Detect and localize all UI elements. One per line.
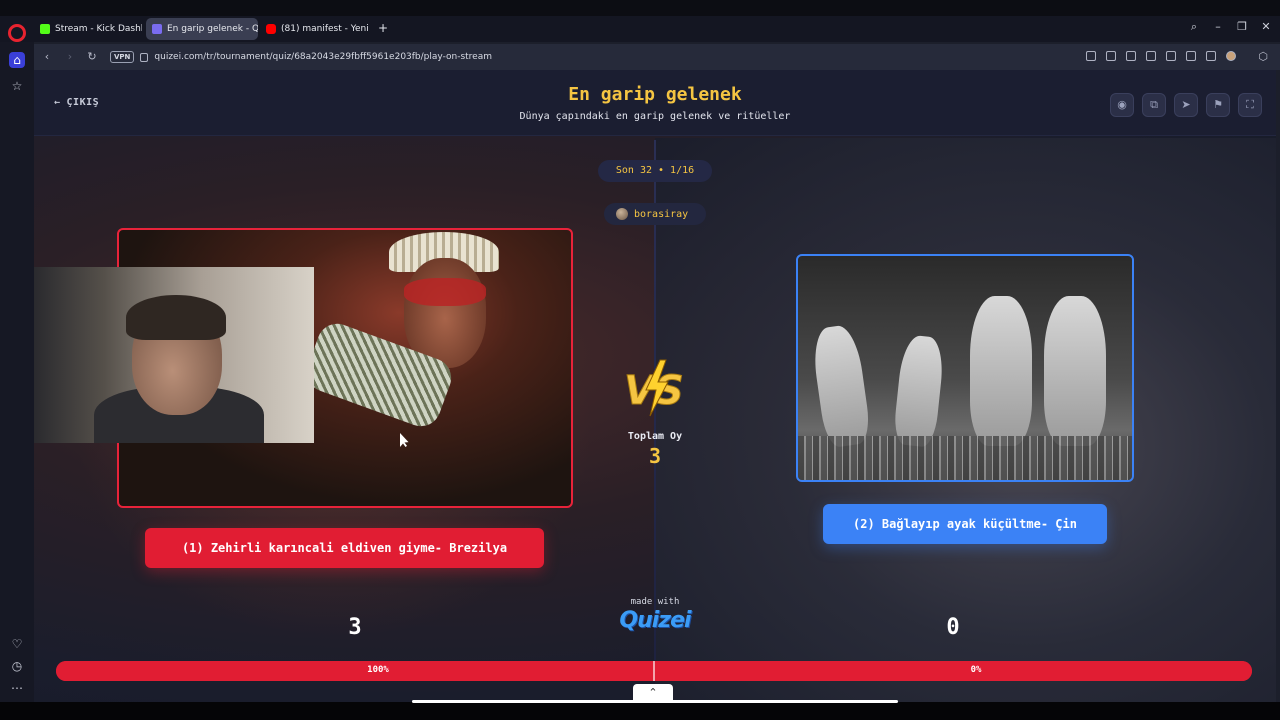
download-icon[interactable] <box>1186 51 1196 61</box>
fullscreen-icon[interactable]: ⛶ <box>1238 93 1262 117</box>
bottom-bar <box>0 702 1280 720</box>
fabric-shape <box>798 436 1132 480</box>
tab-label: (81) manifest - Yeni Ev Tu <box>281 24 372 34</box>
reload-button[interactable]: ↻ <box>85 50 99 63</box>
foot-shape <box>1044 296 1106 446</box>
tab-quizei[interactable]: En garip gelenek - Quizei <box>146 18 258 40</box>
left-vote-count: 3 <box>348 615 362 640</box>
total-votes-value: 3 <box>648 444 662 468</box>
webcam-hair <box>126 295 226 340</box>
vs-icon: VS <box>624 359 684 417</box>
username: borasiray <box>634 208 689 220</box>
round-badge: Son 32 • 1/16 <box>598 160 712 182</box>
send-icon[interactable]: ➤ <box>1174 93 1198 117</box>
quiz-page: ← ÇIKIŞ En garip gelenek Dünya çapındaki… <box>34 70 1276 702</box>
right-vote-count: 0 <box>946 615 960 640</box>
made-with-label: made with <box>630 597 680 607</box>
browser-window: Stream - Kick Dashboard En garip gelenek… <box>0 0 1280 720</box>
avatar <box>616 208 628 220</box>
tab-label: Stream - Kick Dashboard <box>55 24 142 34</box>
foot-shape <box>809 323 873 449</box>
option-left-button[interactable]: (1) Zehirli karıncali eldiven giyme- Bre… <box>145 528 544 568</box>
flag-icon[interactable]: ⚑ <box>1206 93 1230 117</box>
eye-icon[interactable]: ◉ <box>1110 93 1134 117</box>
webcam-overlay <box>34 267 314 443</box>
play-icon[interactable] <box>1146 51 1156 61</box>
tab-kick-dashboard[interactable]: Stream - Kick Dashboard <box>34 18 142 40</box>
title-bar <box>0 0 1280 16</box>
more-icon[interactable]: ⋯ <box>9 680 25 696</box>
menu-icon[interactable] <box>1206 51 1216 61</box>
foot-shape <box>970 296 1032 446</box>
user-badge: borasiray <box>604 203 706 225</box>
back-button[interactable]: ‹ <box>40 50 54 63</box>
minimize-button[interactable]: – <box>1210 20 1226 33</box>
left-percent: 100% <box>367 665 389 675</box>
right-percent: 0% <box>970 665 982 675</box>
search-tabs-icon[interactable]: ⌕ <box>1186 20 1202 34</box>
total-votes-label: Toplam Oy <box>627 431 683 442</box>
shield-icon[interactable] <box>1126 51 1136 61</box>
tab-label: En garip gelenek - Quizei <box>167 24 258 34</box>
restore-button[interactable]: ❐ <box>1234 20 1250 33</box>
camera-icon[interactable] <box>1106 51 1116 61</box>
scroll-indicator[interactable] <box>412 700 898 703</box>
option-right-image[interactable] <box>796 254 1134 482</box>
face-paint-shape <box>404 278 486 306</box>
vpn-badge[interactable]: VPN <box>110 51 135 63</box>
address-bar-tools <box>1086 51 1236 61</box>
youtube-icon <box>266 24 276 34</box>
lock-icon[interactable] <box>140 52 149 62</box>
extensions-icon[interactable]: ⬡ <box>1256 50 1270 63</box>
new-tab-button[interactable]: + <box>377 22 389 34</box>
quizei-logo[interactable]: Quizei <box>594 608 716 633</box>
url-text[interactable]: quizei.com/tr/tournament/quiz/68a2043e29… <box>154 52 492 62</box>
option-right-button[interactable]: (2) Bağlayıp ayak küçültme- Çin <box>823 504 1107 544</box>
vote-progress-bar: 100% 0% <box>56 661 1252 681</box>
edit-icon[interactable] <box>1086 51 1096 61</box>
page-subtitle: Dünya çapındaki en garip gelenek ve ritü… <box>519 111 791 122</box>
heart-icon[interactable] <box>1166 51 1176 61</box>
opera-logo-icon[interactable] <box>8 24 26 42</box>
kick-icon <box>40 24 50 34</box>
quiz-header: ← ÇIKIŞ En garip gelenek Dünya çapındaki… <box>34 70 1276 136</box>
profile-avatar[interactable] <box>1226 51 1236 61</box>
foot-shape <box>892 334 946 448</box>
star-icon[interactable]: ☆ <box>9 78 25 94</box>
sidebar <box>0 42 34 720</box>
home-icon[interactable]: ⌂ <box>9 52 25 68</box>
progress-midline <box>653 661 655 681</box>
history-icon[interactable]: ◷ <box>9 658 25 674</box>
page-title: En garip gelenek <box>568 84 742 105</box>
tab-youtube[interactable]: (81) manifest - Yeni Ev Tu <box>260 18 372 40</box>
quizei-icon <box>152 24 162 34</box>
close-window-button[interactable]: ✕ <box>1258 20 1274 33</box>
url-field[interactable]: VPN quizei.com/tr/tournament/quiz/68a204… <box>106 47 1250 67</box>
forward-button[interactable]: › <box>63 50 77 63</box>
heart-icon[interactable]: ♡ <box>9 636 25 652</box>
share-icon[interactable]: ⧉ <box>1142 93 1166 117</box>
